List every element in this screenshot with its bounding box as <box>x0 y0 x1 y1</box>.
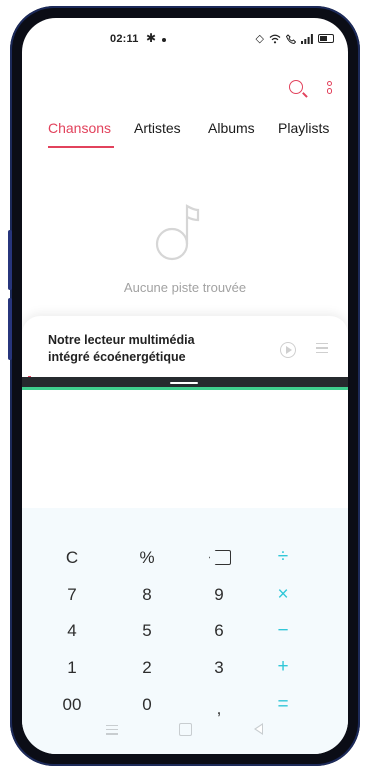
key-4[interactable]: 4 <box>52 621 92 641</box>
active-tab-indicator <box>48 146 114 148</box>
battery-icon <box>318 34 334 43</box>
more-vertical-icon[interactable] <box>326 80 332 94</box>
key-2[interactable]: 2 <box>127 658 167 678</box>
status-bar: 02:11 ✱ ◇ <box>22 30 348 50</box>
search-icon[interactable] <box>288 80 303 94</box>
gear-icon: ✱ <box>146 31 157 45</box>
key-6[interactable]: 6 <box>199 621 239 641</box>
home-icon[interactable] <box>179 723 192 736</box>
key-equals[interactable]: = <box>263 694 303 716</box>
player-title-line1: Notre lecteur multimédia <box>48 333 195 347</box>
tab-playlists[interactable]: Playlists <box>278 120 329 136</box>
notification-dot <box>162 38 166 42</box>
call-icon <box>286 33 296 44</box>
music-note-icon <box>155 204 200 261</box>
key-multiply[interactable]: × <box>263 584 303 606</box>
empty-state: Aucune piste trouvée <box>22 196 348 295</box>
player-title: Notre lecteur multimédia intégré écoéner… <box>48 332 248 366</box>
menu-icon[interactable] <box>106 725 118 735</box>
key-plus[interactable]: + <box>263 656 303 678</box>
navigation-bar <box>22 720 348 740</box>
key-5[interactable]: 5 <box>127 621 167 641</box>
wifi-icon <box>269 34 281 43</box>
tab-albums[interactable]: Albums <box>208 120 255 136</box>
playlist-icon[interactable] <box>316 343 328 353</box>
tab-chansons[interactable]: Chansons <box>48 120 111 136</box>
back-icon[interactable] <box>254 723 263 735</box>
divider-handle[interactable] <box>170 382 198 384</box>
key-00[interactable]: 00 <box>52 695 92 715</box>
music-tabs: Chansons Artistes Albums Playlists <box>22 120 348 148</box>
key-1[interactable]: 1 <box>52 658 92 678</box>
power-button <box>8 298 12 360</box>
key-7[interactable]: 7 <box>52 585 92 605</box>
key-percent[interactable]: % <box>127 548 167 568</box>
key-divide[interactable]: ÷ <box>263 546 303 568</box>
music-toolbar <box>288 80 332 94</box>
mini-player[interactable]: Notre lecteur multimédia intégré écoéner… <box>22 316 348 382</box>
alarm-icon: ◇ <box>255 33 264 45</box>
key-9[interactable]: 9 <box>199 585 239 605</box>
backspace-icon[interactable] <box>209 550 231 565</box>
tab-artistes[interactable]: Artistes <box>134 120 181 136</box>
calculator-display <box>22 390 348 508</box>
key-minus[interactable]: − <box>263 620 303 642</box>
key-clear[interactable]: C <box>52 548 92 568</box>
key-0[interactable]: 0 <box>127 695 167 715</box>
volume-button <box>8 230 12 290</box>
screen: 02:11 ✱ ◇ Chansons Artistes Albums Playl… <box>22 18 348 754</box>
empty-state-text: Aucune piste trouvée <box>123 280 247 295</box>
status-icons: ◇ <box>256 32 334 45</box>
player-title-line2: intégré écoénergétique <box>48 350 186 364</box>
key-3[interactable]: 3 <box>199 658 239 678</box>
play-icon[interactable] <box>280 342 296 358</box>
status-time: 02:11 <box>110 33 139 45</box>
calculator-keypad: C % ÷ 7 8 9 × 4 5 6 − 1 2 3 + 00 0 , = <box>22 508 348 754</box>
signal-icon <box>301 33 313 44</box>
key-comma[interactable]: , <box>199 699 239 719</box>
key-8[interactable]: 8 <box>127 585 167 605</box>
